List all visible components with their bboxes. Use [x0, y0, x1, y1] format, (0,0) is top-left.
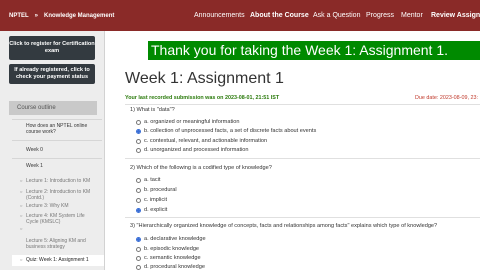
confirmation-banner: Thank you for taking the Week 1: Assignm… [148, 41, 480, 60]
sidebar-item-week-0[interactable]: Week 0 [26, 147, 98, 153]
option-label: d. explicit [144, 207, 168, 213]
page-title: Week 1: Assignment 1 [125, 70, 284, 87]
radio-button[interactable] [136, 177, 141, 183]
nav-mentor[interactable]: Mentor [401, 0, 423, 31]
breadcrumb-page[interactable]: Knowledge Management [44, 13, 114, 19]
radio-button[interactable] [136, 187, 141, 193]
q1-option-c[interactable]: c. contextual, relevant, and actionable … [136, 138, 267, 144]
option-label: c. implicit [144, 197, 167, 203]
q2-option-d[interactable]: d. explicit [136, 207, 167, 213]
question-number: 2) [130, 165, 135, 171]
radio-button-selected[interactable] [136, 236, 141, 242]
due-date-text: Due date: 2023-08-09, 23: [415, 95, 478, 101]
option-label: c. semantic knowledge [144, 255, 201, 261]
sidebar-item-lecture-4[interactable]: Lecture 4: KM System Life Cycle (KMSLC) [26, 213, 98, 225]
question-text: "Hierarchically organized knowledge of c… [136, 223, 438, 229]
option-label: b. collection of unprocessed facts, a se… [144, 128, 317, 134]
q2-option-b[interactable]: b. procedural [136, 187, 177, 193]
q3-option-b[interactable]: b. episodic knowledge [136, 246, 199, 252]
lecture-icon: ○ [20, 226, 23, 231]
nav-ask-question[interactable]: Ask a Question [313, 0, 360, 31]
option-label: a. organized or meaningful information [144, 119, 240, 125]
lecture-icon: ○ [20, 189, 23, 194]
question-text: Which of the following is a codified typ… [136, 165, 272, 171]
divider [12, 140, 102, 141]
q3-option-d[interactable]: d. procedural knowledge [136, 264, 205, 270]
radio-button[interactable] [136, 138, 141, 144]
breadcrumb-separator: » [34, 12, 39, 19]
question-number: 1) [130, 107, 135, 113]
q3-option-c[interactable]: c. semantic knowledge [136, 255, 201, 261]
sidebar-item-how-it-works[interactable]: How does an NPTEL online course work? [26, 123, 98, 135]
option-label: a. declarative knowledge [144, 236, 206, 242]
question-3: 3) "Hierarchically organized knowledge o… [130, 223, 437, 229]
nav-progress[interactable]: Progress [366, 0, 394, 31]
option-label: b. procedural [144, 187, 177, 193]
course-outline-heading: Course outline [9, 101, 97, 115]
divider [125, 104, 480, 105]
nav-review-assignment[interactable]: Review Assignm [431, 0, 480, 31]
q1-option-b[interactable]: b. collection of unprocessed facts, a se… [136, 128, 316, 134]
q2-option-c[interactable]: c. implicit [136, 197, 167, 203]
nav-about-course[interactable]: About the Course [250, 0, 309, 31]
breadcrumb: NPTEL » Knowledge Management [0, 0, 114, 31]
sidebar-item-quiz-week-1[interactable]: Quiz: Week 1: Assignment 1 [26, 257, 98, 263]
breadcrumb-course[interactable]: NPTEL [9, 13, 29, 19]
question-number: 3) [130, 223, 135, 229]
q3-option-a[interactable]: a. declarative knowledge [136, 236, 206, 242]
lecture-icon: ○ [20, 203, 23, 208]
lecture-icon: ○ [20, 213, 23, 218]
question-2: 2) Which of the following is a codified … [130, 165, 272, 171]
radio-button[interactable] [136, 255, 141, 261]
q1-option-d[interactable]: d. unorganized and processed information [136, 147, 248, 153]
option-label: d. procedural knowledge [144, 264, 205, 270]
last-submission-text: Your last recorded submission was on 202… [125, 95, 280, 101]
sidebar-item-week-1[interactable]: Week 1 [26, 163, 98, 169]
sidebar-item-lecture-5[interactable]: Lecture 5: Aligning KM and business stra… [26, 238, 98, 250]
q1-option-a[interactable]: a. organized or meaningful information [136, 119, 239, 125]
lecture-icon: ○ [20, 178, 23, 183]
option-label: d. unorganized and processed information [144, 147, 249, 153]
nav-announcements[interactable]: Announcements [194, 0, 245, 31]
option-label: c. contextual, relevant, and actionable … [144, 138, 268, 144]
radio-button-selected[interactable] [136, 207, 141, 213]
divider [125, 158, 480, 159]
question-text: What is "data"? [136, 107, 175, 113]
divider [125, 217, 480, 218]
divider [12, 119, 102, 120]
sidebar-item-lecture-2[interactable]: Lecture 2: Introduction to KM (Contd.) [26, 189, 98, 201]
radio-button[interactable] [136, 264, 141, 270]
radio-button[interactable] [136, 197, 141, 203]
sidebar-item-lecture-3[interactable]: Lecture 3: Why KM [26, 203, 98, 209]
option-label: a. tacit [144, 177, 161, 183]
option-label: b. episodic knowledge [144, 246, 200, 252]
radio-button-selected[interactable] [136, 128, 141, 134]
payment-status-button[interactable]: If already registered, click to check yo… [9, 64, 95, 84]
quiz-icon: ○ [20, 257, 23, 262]
radio-button[interactable] [136, 147, 141, 153]
sidebar-item-lecture-1[interactable]: Lecture 1: Introduction to KM [26, 178, 98, 184]
divider [12, 158, 102, 159]
radio-button[interactable] [136, 246, 141, 252]
register-certification-button[interactable]: Click to register for Certification exam [9, 36, 95, 60]
q2-option-a[interactable]: a. tacit [136, 177, 160, 183]
question-1: 1) What is "data"? [130, 107, 175, 113]
radio-button[interactable] [136, 119, 141, 125]
